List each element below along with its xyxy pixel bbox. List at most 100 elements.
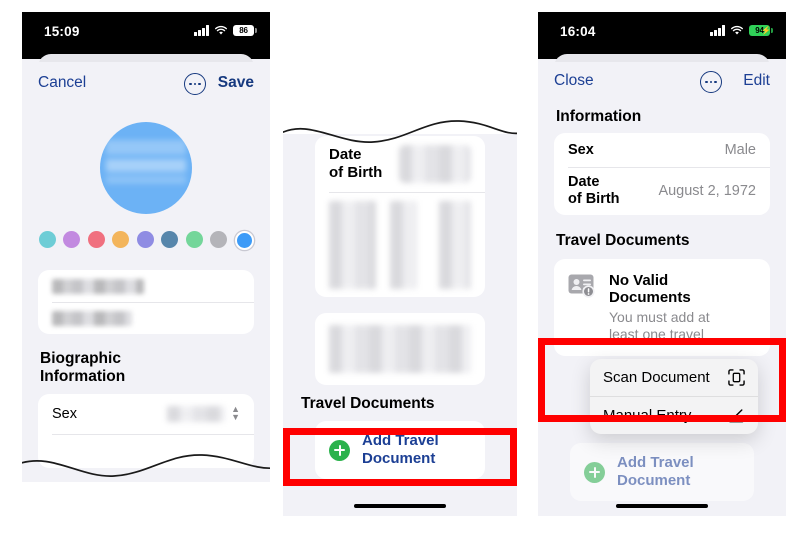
- panel-contact-detail: 16:04 94 ⚡ Close Edit Information Sex Ma…: [538, 12, 786, 516]
- battery-level: 86: [239, 25, 248, 35]
- biographic-information-heading: Biographic Information: [40, 350, 126, 386]
- add-travel-document-label-3: Add Travel Document: [617, 454, 694, 489]
- pencil-icon: [729, 409, 744, 423]
- manual-entry-menu-item[interactable]: Manual Entry: [590, 396, 758, 434]
- status-bar-1: 15:09 86: [22, 12, 270, 59]
- date-of-birth-label: Date of Birth: [329, 146, 383, 181]
- sex-value-redacted: [167, 405, 226, 422]
- last-name-redacted: [52, 310, 132, 326]
- dob-detail-row: [315, 192, 485, 297]
- sex-row-3[interactable]: Sex Male: [554, 133, 770, 167]
- swatch-purple[interactable]: [63, 231, 80, 248]
- swatch-blue-selected[interactable]: [234, 231, 254, 250]
- travel-documents-heading-3: Travel Documents: [556, 232, 690, 250]
- navigation-bar-1: Cancel Save: [22, 62, 270, 108]
- panel-contact-scroll: Date of Birth Travel Documents Add Trave…: [283, 118, 517, 516]
- no-valid-documents-title: No Valid Documents: [609, 271, 691, 306]
- first-name-field[interactable]: [38, 270, 254, 302]
- modal-sheet-3: Close Edit Information Sex Male Date of …: [538, 62, 786, 516]
- date-of-birth-row[interactable]: Date of Birth: [315, 136, 485, 192]
- modal-sheet-1: Cancel Save Biographic Information Sex ▲…: [22, 62, 270, 510]
- battery-charging-icon: 94 ⚡: [749, 25, 773, 36]
- top-mask-2: [283, 118, 517, 134]
- manual-entry-label: Manual Entry: [603, 407, 692, 424]
- information-card: Sex Male Date of Birth August 2, 1972: [554, 133, 770, 216]
- dob-detail-redacted-a: [329, 200, 377, 289]
- plus-circle-icon: [329, 439, 350, 461]
- cellular-signal-icon: [710, 25, 725, 36]
- phone-screen-3: 16:04 94 ⚡ Close Edit Information Sex Ma…: [538, 12, 786, 516]
- swatch-periwinkle[interactable]: [136, 231, 154, 248]
- extra-row[interactable]: [38, 433, 254, 468]
- first-name-redacted: [52, 278, 144, 294]
- avatar-section: [22, 122, 270, 214]
- travel-documents-heading-2: Travel Documents: [301, 395, 435, 412]
- charging-bolt-icon: ⚡: [761, 26, 771, 35]
- secondary-redacted: [329, 325, 471, 373]
- swatch-teal[interactable]: [38, 231, 56, 248]
- ellipsis-circle-icon[interactable]: [700, 71, 722, 93]
- information-heading: Information: [556, 108, 642, 125]
- sex-label: Sex: [52, 405, 77, 422]
- add-travel-document-button-2[interactable]: Add Travel Document: [315, 421, 485, 479]
- plus-circle-icon: [584, 461, 605, 483]
- home-indicator-2: [354, 503, 446, 508]
- sex-row[interactable]: Sex ▲ ▼: [38, 394, 254, 434]
- add-travel-document-button-3[interactable]: Add Travel Document: [570, 443, 754, 501]
- secondary-row: [315, 313, 485, 385]
- dob-detail-redacted-b: [390, 200, 418, 289]
- bottom-mask-1: [22, 482, 270, 510]
- date-of-birth-value-3: August 2, 1972: [658, 183, 756, 200]
- date-of-birth-row-3[interactable]: Date of Birth August 2, 1972: [554, 167, 770, 215]
- save-button[interactable]: Save: [218, 74, 254, 92]
- add-travel-document-card-2: Add Travel Document: [315, 421, 485, 479]
- date-of-birth-value-redacted: [399, 145, 471, 183]
- date-of-birth-label-3: Date of Birth: [568, 173, 620, 208]
- scan-document-label: Scan Document: [603, 369, 710, 386]
- scan-document-menu-item[interactable]: Scan Document: [590, 359, 758, 396]
- swatch-orange[interactable]: [112, 231, 129, 248]
- ellipsis-circle-icon[interactable]: [184, 73, 206, 95]
- close-button[interactable]: Close: [554, 72, 594, 90]
- add-travel-document-label-2: Add Travel Document: [362, 432, 439, 467]
- contact-avatar[interactable]: [100, 122, 192, 214]
- secondary-card: [315, 313, 485, 385]
- status-time: 15:09: [44, 24, 80, 39]
- phone-screen-1: 15:09 86 Cancel Save Biographic Informat…: [22, 12, 270, 510]
- color-swatch-picker[interactable]: [22, 231, 270, 250]
- edit-button[interactable]: Edit: [743, 72, 770, 90]
- cellular-signal-icon: [194, 25, 209, 36]
- last-name-field[interactable]: [38, 302, 254, 334]
- navigation-bar-3: Close Edit: [538, 62, 786, 104]
- warning-text-block: No Valid Documents You must add at least…: [609, 272, 710, 343]
- dob-detail-redacted-c: [439, 200, 471, 289]
- document-context-menu[interactable]: Scan Document Manual Entry: [590, 359, 758, 434]
- status-time-3: 16:04: [560, 24, 596, 39]
- home-indicator-3: [616, 503, 708, 508]
- no-valid-documents-subtitle: You must add at least one travel: [609, 309, 710, 342]
- status-indicators: 86: [194, 25, 257, 36]
- status-bar-3: 16:04 94 ⚡: [538, 12, 786, 59]
- phone-screen-2: Date of Birth Travel Documents Add Trave…: [283, 118, 517, 516]
- screenshot-canvas: 15:09 86 Cancel Save Biographic Informat…: [0, 0, 800, 533]
- wifi-icon: [731, 25, 743, 35]
- sex-value-3: Male: [724, 142, 756, 159]
- swatch-pink[interactable]: [87, 231, 105, 248]
- sex-label-3: Sex: [568, 142, 594, 159]
- wifi-icon: [215, 25, 227, 35]
- stepper-icon[interactable]: ▲ ▼: [231, 405, 240, 422]
- panel-edit-contact: 15:09 86 Cancel Save Biographic Informat…: [22, 12, 270, 510]
- dob-card: Date of Birth: [315, 136, 485, 297]
- name-fields-card: [38, 270, 254, 334]
- cancel-button[interactable]: Cancel: [38, 74, 86, 92]
- swatch-steel-blue[interactable]: [161, 231, 178, 248]
- status-indicators-3: 94 ⚡: [710, 25, 773, 36]
- add-travel-document-card-3: Add Travel Document: [570, 443, 754, 501]
- swatch-green[interactable]: [185, 231, 203, 248]
- no-valid-documents-card: No Valid Documents You must add at least…: [554, 258, 770, 356]
- swatch-gray[interactable]: [210, 231, 227, 248]
- document-scan-icon: [728, 369, 745, 386]
- battery-icon: 86: [233, 25, 257, 36]
- biographic-card: Sex ▲ ▼: [38, 393, 254, 468]
- id-card-warning-icon: [568, 274, 595, 298]
